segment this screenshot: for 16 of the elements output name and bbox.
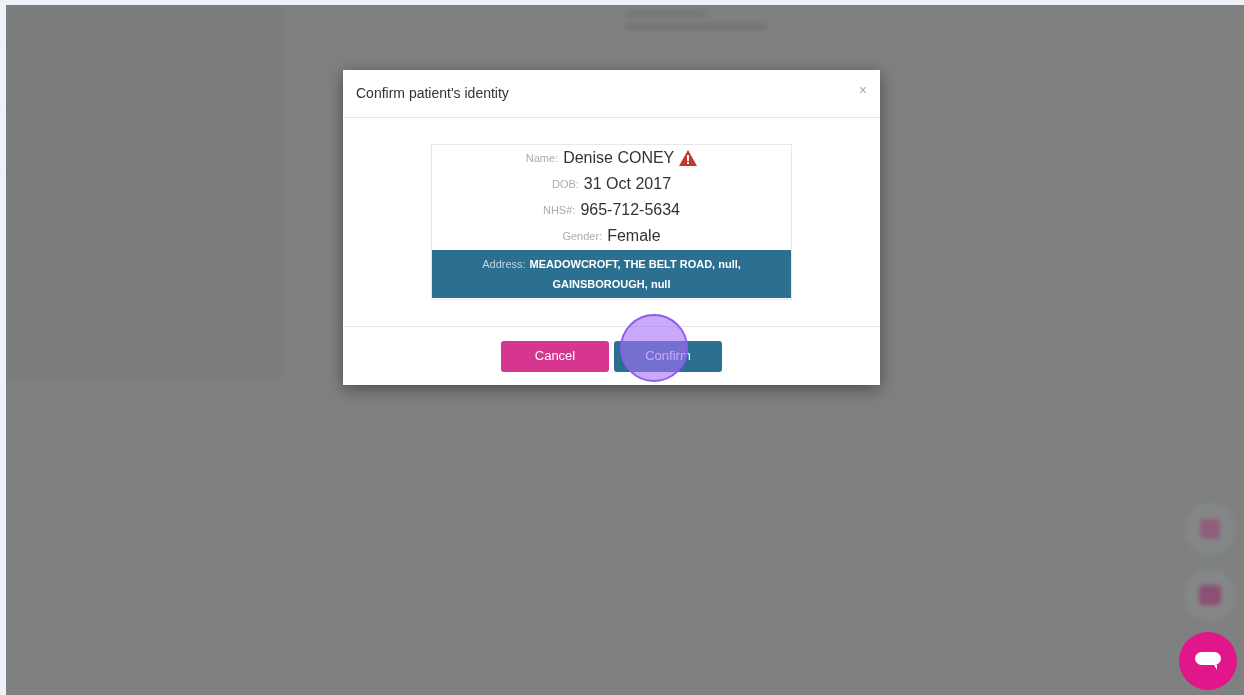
warning-icon — [679, 150, 698, 166]
chat-button[interactable] — [1179, 632, 1237, 690]
cancel-button[interactable]: Cancel — [501, 340, 609, 372]
dialog-title: Confirm patient's identity — [356, 84, 509, 103]
field-value: Female — [607, 226, 661, 246]
field-value: MEADOWCROFT, THE BELT ROAD, null, GAINSBOROUGH, null — [529, 258, 741, 290]
field-label: Name: — [525, 150, 559, 166]
field-label: NHS#: — [542, 202, 576, 218]
field-value: 31 Oct 2017 — [583, 174, 672, 194]
field-value: Denise CONEY — [563, 148, 675, 168]
field-label: Gender: — [562, 228, 603, 244]
chat-bubble-icon — [1195, 652, 1221, 670]
field-label: Address: — [482, 258, 526, 270]
field-label: DOB: — [551, 176, 579, 192]
field-value: 965-712-5634 — [580, 200, 680, 220]
close-button[interactable]: × — [858, 80, 867, 101]
